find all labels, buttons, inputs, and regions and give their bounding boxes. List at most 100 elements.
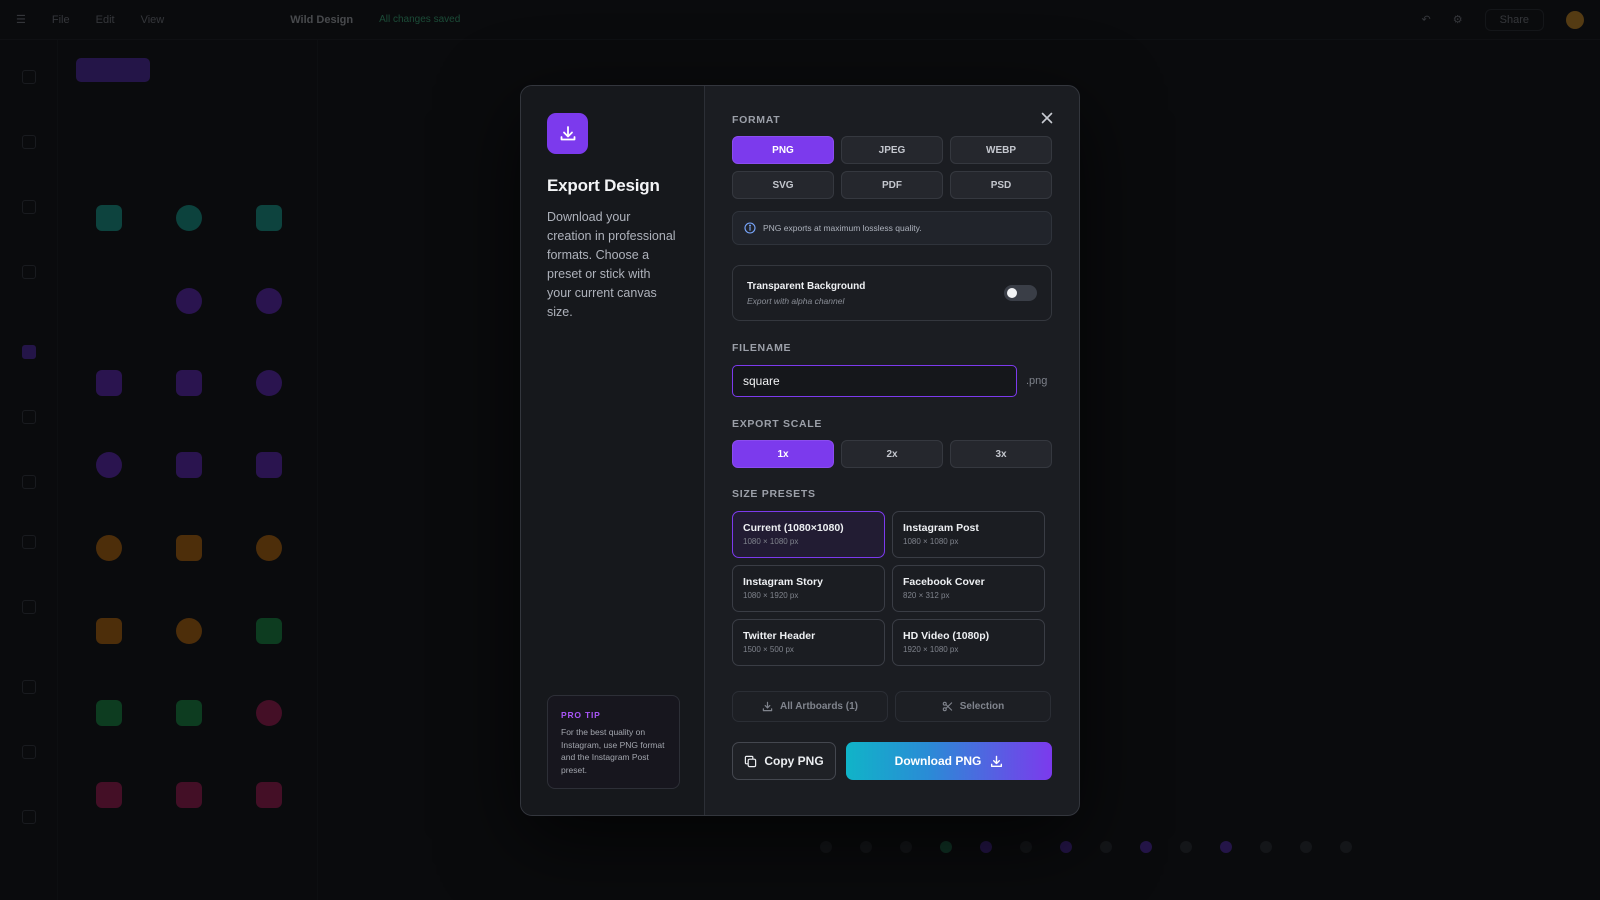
- format-option-svg[interactable]: SVG: [732, 171, 834, 199]
- close-icon: [1041, 112, 1053, 124]
- document-title: Wild Design: [290, 13, 354, 26]
- rail-tool-icon: [22, 265, 36, 279]
- app-topbar: ☰ File Edit View Wild Design All changes…: [0, 0, 1600, 40]
- menu-view: View: [140, 13, 165, 26]
- download-png-button[interactable]: Download PNG: [846, 742, 1052, 780]
- preset-instagram-story[interactable]: Instagram Story 1080 × 1920 px: [732, 565, 885, 612]
- export-scale-options: 1x 2x 3x: [732, 440, 1052, 468]
- shape-thumb: [256, 535, 282, 561]
- panel-tab: [76, 58, 150, 82]
- shape-thumb: [176, 452, 202, 478]
- close-button[interactable]: [1037, 108, 1057, 128]
- preset-size: 1080 × 1080 px: [743, 537, 799, 546]
- shape-thumb: [96, 205, 122, 231]
- rail-tool-icon: [22, 745, 36, 759]
- preset-facebook-cover[interactable]: Facebook Cover 820 × 312 px: [892, 565, 1045, 612]
- share-button: Share: [1484, 8, 1544, 31]
- download-icon: [762, 701, 773, 712]
- shape-thumb: [256, 370, 282, 396]
- export-settings: FORMAT PNG JPEG WEBP SVG PDF PSD PNG exp…: [705, 86, 1079, 815]
- filename-extension: .png: [1026, 375, 1048, 387]
- rail-tool-icon: [22, 345, 36, 359]
- preset-size: 1920 × 1080 px: [903, 645, 959, 654]
- preset-twitter-header[interactable]: Twitter Header 1500 × 500 px: [732, 619, 885, 666]
- menu-file: File: [51, 13, 70, 26]
- preset-name: Facebook Cover: [903, 576, 985, 588]
- size-presets-label: SIZE PRESETS: [732, 488, 816, 500]
- rail-tool-icon: [22, 200, 36, 214]
- shape-thumb: [256, 618, 282, 644]
- shape-thumb: [96, 535, 122, 561]
- copy-icon: [745, 755, 757, 767]
- preset-name: Instagram Story: [743, 576, 823, 588]
- pro-tip-card: PRO TIP For the best quality on Instagra…: [547, 695, 680, 789]
- dialog-description: Download your creation in professional f…: [547, 210, 676, 319]
- filename-input[interactable]: [732, 365, 1017, 397]
- rail-tool-icon: [22, 810, 36, 824]
- preset-instagram-post[interactable]: Instagram Post 1080 × 1080 px: [892, 511, 1045, 558]
- download-png-label: Download PNG: [894, 754, 982, 768]
- rail-tool-icon: [22, 535, 36, 549]
- transparent-background-toggle[interactable]: [1004, 285, 1037, 301]
- shape-thumb: [256, 452, 282, 478]
- export-scale-label: EXPORT SCALE: [732, 418, 823, 430]
- filename-label: FILENAME: [732, 342, 792, 354]
- format-info: PNG exports at maximum lossless quality.: [732, 211, 1052, 245]
- format-option-webp[interactable]: WEBP: [950, 136, 1052, 164]
- all-artboards-button[interactable]: All Artboards (1): [732, 691, 888, 722]
- format-option-png[interactable]: PNG: [732, 136, 834, 164]
- format-option-psd[interactable]: PSD: [950, 171, 1052, 199]
- rail-tool-icon: [22, 680, 36, 694]
- copy-png-button[interactable]: Copy PNG: [732, 742, 836, 780]
- preset-current[interactable]: Current (1080×1080) 1080 × 1080 px: [732, 511, 885, 558]
- pro-tip-label: PRO TIP: [561, 710, 601, 720]
- all-artboards-label: All Artboards (1): [780, 701, 858, 712]
- shape-thumb: [176, 370, 202, 396]
- shape-thumb: [256, 782, 282, 808]
- menu-icon: ☰: [16, 14, 26, 26]
- preset-size: 1500 × 500 px: [743, 645, 794, 654]
- dialog-title: Export Design: [547, 176, 660, 195]
- preset-name: HD Video (1080p): [903, 630, 990, 642]
- selection-button[interactable]: Selection: [895, 691, 1051, 722]
- undo-icon: ↶: [1421, 14, 1431, 26]
- shape-thumb: [96, 700, 122, 726]
- assets-panel: [58, 40, 318, 900]
- download-icon: [991, 755, 1003, 767]
- shape-thumb: [96, 618, 122, 644]
- preset-name: Twitter Header: [743, 630, 816, 642]
- shape-thumb: [256, 288, 282, 314]
- rail-tool-icon: [22, 475, 36, 489]
- bottom-toolbar: [810, 832, 1600, 862]
- settings-icon: ⚙: [1452, 14, 1463, 26]
- scale-option-3x[interactable]: 3x: [950, 440, 1052, 468]
- shape-thumb: [96, 782, 122, 808]
- format-label: FORMAT: [732, 114, 781, 126]
- rail-tool-icon: [22, 410, 36, 424]
- preset-size: 1080 × 1920 px: [743, 591, 799, 600]
- menu-edit: Edit: [95, 13, 115, 26]
- preset-size: 820 × 312 px: [903, 591, 950, 600]
- transparent-background-title: Transparent Background: [747, 280, 866, 292]
- format-option-jpeg[interactable]: JPEG: [841, 136, 943, 164]
- rail-tool-icon: [22, 70, 36, 84]
- selection-label: Selection: [959, 701, 1005, 712]
- preset-hd-video[interactable]: HD Video (1080p) 1920 × 1080 px: [892, 619, 1045, 666]
- transparent-background-card: Transparent Background Export with alpha…: [732, 265, 1052, 321]
- shape-thumb: [176, 205, 202, 231]
- scissors-icon: [942, 701, 952, 712]
- export-dialog-sidebar: Export Design Download your creation in …: [521, 86, 705, 815]
- shape-thumb: [256, 205, 282, 231]
- shape-thumb: [96, 452, 122, 478]
- scale-option-2x[interactable]: 2x: [841, 440, 943, 468]
- format-option-pdf[interactable]: PDF: [841, 171, 943, 199]
- download-icon: [547, 113, 588, 154]
- size-presets: Current (1080×1080) 1080 × 1080 px Insta…: [732, 511, 1052, 666]
- rail-tool-icon: [22, 135, 36, 149]
- scale-option-1x[interactable]: 1x: [732, 440, 834, 468]
- export-dialog: Export Design Download your creation in …: [520, 85, 1080, 816]
- tool-rail: [0, 40, 58, 900]
- rail-tool-icon: [22, 600, 36, 614]
- info-icon: [744, 222, 756, 234]
- copy-png-label: Copy PNG: [764, 754, 824, 768]
